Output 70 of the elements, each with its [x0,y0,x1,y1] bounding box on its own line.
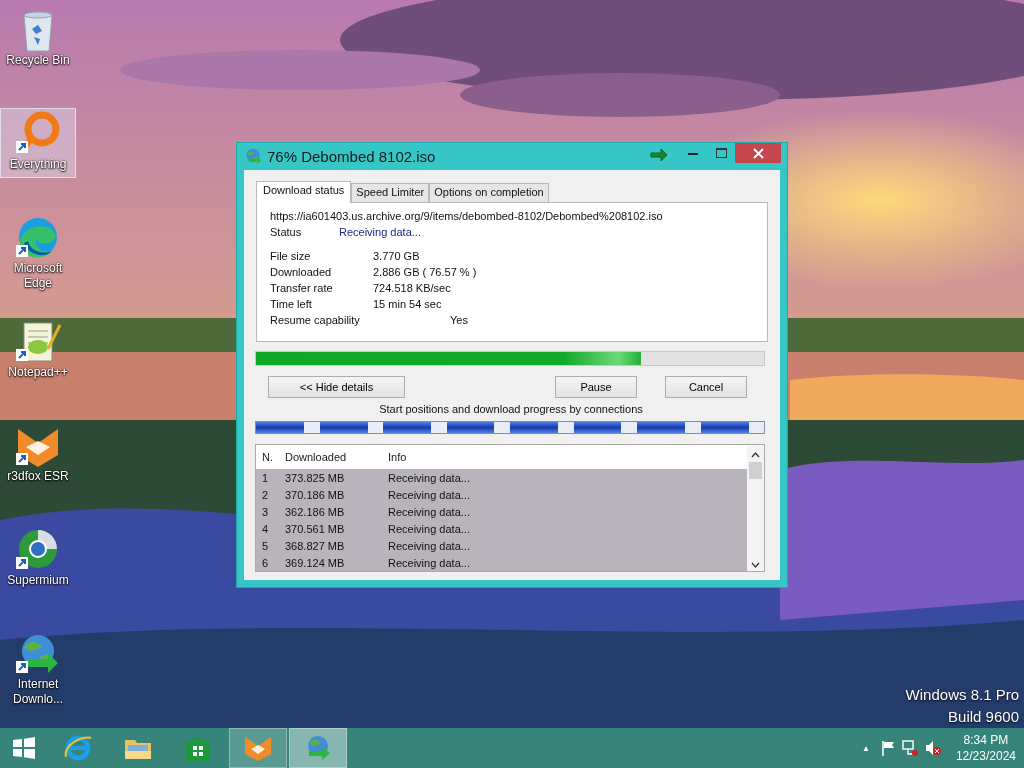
action-button[interactable]: Cancel [665,376,747,398]
tab[interactable]: Download status [256,181,352,203]
action-button[interactable]: Pause [555,376,637,398]
table-cell-text: 368.827 MB [284,539,346,552]
table-cell-text: 6 [261,556,270,569]
detail-label: Resume capability [270,314,361,328]
arrow-icon [649,147,669,163]
detail-value: 724.518 KB/sec [373,282,451,296]
close-button[interactable] [735,143,781,163]
speaker-muted-icon [924,739,942,757]
status-label: Status [270,226,303,240]
detail-value: Yes [450,314,468,328]
table-row[interactable]: 5 368.827 MB Receiving data... [256,537,747,554]
table-cell-text: 370.561 MB [284,522,346,535]
ie-icon [63,733,93,763]
table-cell-text: 1 [261,471,270,484]
table-row[interactable]: 2 370.186 MB Receiving data... [256,486,747,503]
table-cell-text: Receiving data... [387,539,470,552]
close-icon [752,147,764,159]
taskbar-button[interactable] [229,728,287,768]
globe-icon [243,147,263,166]
scroll-up-icon [750,451,761,459]
table-row[interactable]: 1 373.825 MB Receiving data... [256,469,747,486]
window-title: 76% Debombed 8102.iso [267,148,437,165]
detail-label: File size [270,250,312,264]
scroll-thumb[interactable] [749,462,762,479]
table-row[interactable]: 6 369.124 MB Receiving data... [256,554,747,571]
detail-value: 2.886 GB ( 76.57 % ) [373,266,477,280]
flag-icon [879,739,896,757]
detail-value: 15 min 54 sec [373,298,442,312]
scroll-down-icon [750,561,761,569]
connections-caption: Start positions and download progress by connections [378,403,644,417]
tab[interactable]: Options on completion [429,183,549,202]
table-cell-text: 362.186 MB [284,505,346,518]
table-cell-text: Receiving data... [387,488,470,501]
desktop-shortcut[interactable]: Internet Downlo... [0,628,76,728]
windows-logo-icon [11,736,37,760]
scrollbar[interactable] [747,445,764,571]
table-cell-text: Receiving data... [387,505,470,518]
detail-label: Time left [270,298,313,312]
column-header[interactable]: Info [385,451,407,463]
table-row[interactable]: 4 370.561 MB Receiving data... [256,520,747,537]
tab[interactable]: Speed Limiter [351,183,430,202]
table-cell-text: 3 [261,505,270,518]
table-row[interactable]: 3 362.186 MB Receiving data... [256,503,747,520]
column-header[interactable]: Downloaded [282,451,385,463]
detail-label: Transfer rate [270,282,334,296]
table-cell-text: 369.124 MB [284,556,346,569]
clock[interactable]: 8:34 PM 12/23/2024 [955,732,1016,764]
column-header[interactable]: N. [256,451,282,463]
table-cell-text: Receiving data... [387,522,470,535]
url-text: https://ia601403.us.archive.org/9/items/debombed-8102/Debombed%208102.iso [270,210,664,224]
os-version-text: Build 9600 [947,707,1019,727]
table-cell-text: 2 [261,488,270,501]
table-cell-text: Receiving data... [387,556,470,569]
hide-details-button[interactable]: << Hide details [268,376,405,398]
taskbar-button[interactable] [289,728,347,768]
show-hidden-icons-button[interactable]: ▲ [858,743,874,753]
table-cell-text: 373.825 MB [284,471,346,484]
network-icon [901,739,919,757]
table-cell-text: Receiving data... [387,471,470,484]
table-cell-text: 4 [261,522,270,535]
desktop-shortcut[interactable]: r3dfox ESR [0,420,76,520]
status-value: Receiving data... [339,226,421,240]
table-cell-text: 5 [261,539,270,552]
table-cell-text: 370.186 MB [284,488,346,501]
desktop-shortcut[interactable]: Supermium [0,524,76,624]
detail-value: 3.770 GB [373,250,420,264]
os-version-text: Windows 8.1 Pro [905,685,1019,705]
detail-label: Downloaded [270,266,333,280]
